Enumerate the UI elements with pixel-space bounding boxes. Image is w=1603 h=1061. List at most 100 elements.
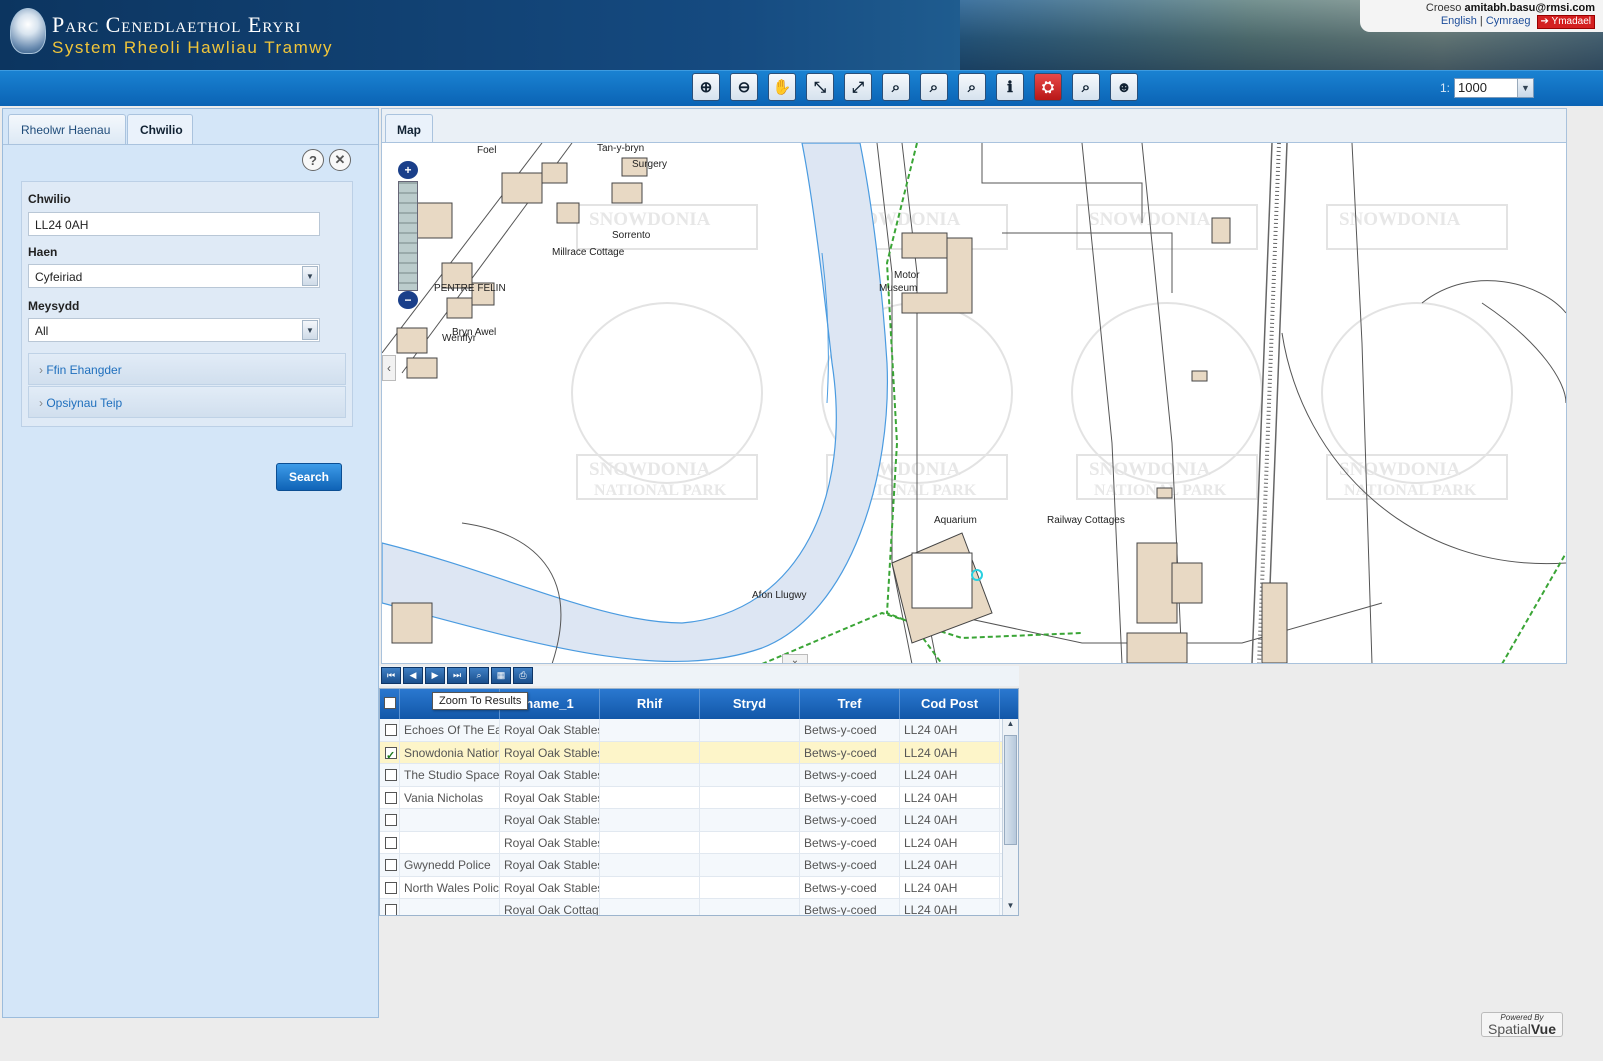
zoom-in-icon: ⊕ bbox=[699, 79, 713, 96]
column-header-rhif[interactable]: Rhif bbox=[600, 689, 700, 719]
cell-rhif bbox=[600, 764, 700, 786]
row-checkbox[interactable] bbox=[385, 904, 397, 915]
map-canvas[interactable]: SNOWDONIA NATIONAL PARK SNOWDONIA NATION… bbox=[382, 142, 1566, 663]
search-button[interactable]: Search bbox=[276, 463, 342, 491]
cell-stryd bbox=[700, 786, 800, 809]
tab-map[interactable]: Map bbox=[385, 114, 433, 143]
zoom-previous-button[interactable]: ⌕ bbox=[882, 73, 910, 101]
cell-name: Royal Oak Stables bbox=[500, 876, 600, 899]
row-checkbox[interactable] bbox=[385, 881, 397, 894]
cell-name: Royal Oak Cottage bbox=[500, 899, 600, 915]
table-row[interactable]: Royal Oak Cottage Betws-y-coed LL24 0AH bbox=[380, 899, 1002, 915]
zoom-extent-button[interactable]: ⤢ bbox=[844, 73, 872, 101]
cell-s: Snowdonia Nation bbox=[400, 741, 500, 764]
scroll-up-icon[interactable]: ▲ bbox=[1004, 719, 1017, 733]
map-svg[interactable]: SNOWDONIA NATIONAL PARK SNOWDONIA NATION… bbox=[382, 143, 1566, 663]
column-header-cod-post[interactable]: Cod Post bbox=[900, 689, 1000, 719]
close-icon[interactable]: ✕ bbox=[329, 149, 351, 171]
select-all-checkbox[interactable] bbox=[380, 689, 400, 719]
type-options-expander[interactable]: › Opsiynau Teip bbox=[28, 386, 346, 418]
last-page-button[interactable]: ⏭ bbox=[447, 667, 467, 684]
zoom-plus-button[interactable]: + bbox=[398, 161, 418, 179]
row-checkbox[interactable] bbox=[385, 791, 397, 804]
zoom-next-button[interactable]: ⌕ bbox=[920, 73, 948, 101]
cell-tref: Betws-y-coed bbox=[800, 809, 900, 831]
row-checkbox[interactable] bbox=[385, 859, 397, 871]
table-row[interactable]: Royal Oak Stables Betws-y-coed LL24 0AH bbox=[380, 809, 1002, 832]
zoom-out-button[interactable]: ⊖ bbox=[730, 73, 758, 101]
identify-users-button[interactable]: ☻ bbox=[1110, 73, 1138, 101]
collapse-left-panel-button[interactable]: ‹ bbox=[382, 355, 396, 381]
app-title: Parc Cenedlaethol Eryri bbox=[52, 12, 302, 37]
zoom-minus-button[interactable]: − bbox=[398, 291, 418, 309]
table-row[interactable]: Snowdonia NationRoyal Oak Stables Betws-y… bbox=[380, 741, 1002, 764]
cell-stryd bbox=[700, 899, 800, 915]
scroll-thumb[interactable] bbox=[1004, 735, 1017, 845]
prev-page-icon: ◀ bbox=[409, 670, 417, 680]
table-row[interactable]: Gwynedd Police Royal Oak Stables Betws-y-c… bbox=[380, 854, 1002, 877]
cell-rhif bbox=[600, 809, 700, 831]
cell-post: LL24 0AH bbox=[900, 831, 1000, 854]
layer-select[interactable]: Cyfeiriad ▼ bbox=[28, 264, 320, 288]
logout-button[interactable]: ➔ Ymadael bbox=[1536, 15, 1595, 29]
map-label: Afon Llugwy bbox=[752, 590, 806, 601]
pan-hand-button[interactable]: ✋ bbox=[768, 73, 796, 101]
tab-layer-manager[interactable]: Rheolwr Haenau bbox=[8, 114, 126, 144]
chevron-down-icon[interactable]: ⌄ bbox=[782, 654, 808, 663]
column-header-stryd[interactable]: Stryd bbox=[700, 689, 800, 719]
next-page-button[interactable]: ▶ bbox=[425, 667, 445, 684]
fields-value: All bbox=[35, 324, 49, 338]
row-checkbox-cell bbox=[380, 899, 400, 915]
cell-post: LL24 0AH bbox=[900, 741, 1000, 764]
lang-english-link[interactable]: English bbox=[1441, 15, 1477, 27]
zoom-full-button[interactable]: ⤡ bbox=[806, 73, 834, 101]
binoculars-button[interactable]: ⛭ bbox=[1034, 73, 1062, 101]
row-checkbox-cell bbox=[380, 876, 400, 899]
zoom-to-results-button[interactable]: ⌕ bbox=[469, 667, 489, 684]
row-checkbox[interactable] bbox=[385, 836, 397, 849]
scroll-down-icon[interactable]: ▼ bbox=[1004, 901, 1017, 915]
map-label: PENTRE FELIN bbox=[434, 283, 506, 294]
print-button[interactable]: ⎙ bbox=[513, 667, 533, 684]
cell-rhif bbox=[600, 719, 700, 741]
expander-label: Ffin Ehangder bbox=[46, 363, 122, 377]
zoom-slider-track[interactable] bbox=[398, 181, 418, 291]
table-row[interactable]: The Studio Space Royal Oak Stables Betws-y… bbox=[380, 764, 1002, 787]
zoom-in-button[interactable]: ⊕ bbox=[692, 73, 720, 101]
table-row[interactable]: Echoes Of The Ea Royal Oak Stables Betws-y… bbox=[380, 719, 1002, 742]
zoom-box-button[interactable]: ⌕ bbox=[958, 73, 986, 101]
lang-cymraeg-link[interactable]: Cymraeg bbox=[1486, 15, 1531, 27]
identify-users-icon: ☻ bbox=[1116, 78, 1132, 96]
row-checkbox[interactable] bbox=[385, 814, 397, 826]
row-checkbox[interactable] bbox=[385, 724, 397, 736]
search-input[interactable]: LL24 0AH bbox=[28, 212, 320, 236]
zoom-extent-icon: ⤢ bbox=[851, 78, 864, 96]
row-checkbox-cell bbox=[380, 809, 400, 831]
cell-rhif bbox=[600, 741, 700, 764]
map-label: Millrace Cottage bbox=[552, 247, 625, 258]
first-page-button[interactable]: ⏮ bbox=[381, 667, 401, 684]
row-checkbox[interactable] bbox=[385, 769, 397, 781]
help-icon[interactable]: ? bbox=[302, 149, 324, 171]
info-button[interactable]: ℹ bbox=[996, 73, 1024, 101]
fields-select[interactable]: All ▼ bbox=[28, 318, 320, 342]
cell-name: Royal Oak Stables bbox=[500, 719, 600, 741]
search-panel-body: ? ✕ Chwilio LL24 0AH Haen Cyfeiriad ▼ Me… bbox=[3, 144, 378, 1017]
map-label: SNOWDONIA bbox=[1339, 459, 1461, 480]
export-excel-button[interactable]: ▦ bbox=[491, 667, 511, 684]
tab-search[interactable]: Chwilio bbox=[127, 114, 193, 145]
cell-rhif bbox=[600, 786, 700, 809]
scale-select[interactable]: 1000 ▼ bbox=[1454, 78, 1534, 98]
table-row[interactable]: Vania Nicholas Royal Oak Stables Betws-y-c… bbox=[380, 786, 1002, 809]
find-button[interactable]: ⌕ bbox=[1072, 73, 1100, 101]
table-row[interactable]: North Wales Polic Royal Oak Stables Betws-… bbox=[380, 876, 1002, 899]
column-header-tref[interactable]: Tref bbox=[800, 689, 900, 719]
extent-filter-expander[interactable]: › Ffin Ehangder bbox=[28, 353, 346, 385]
zoom-slider[interactable]: + − bbox=[398, 161, 418, 311]
row-checkbox[interactable] bbox=[385, 745, 397, 764]
left-panel: Rheolwr Haenau Chwilio ? ✕ Chwilio LL24 … bbox=[2, 108, 379, 1018]
prev-page-button[interactable]: ◀ bbox=[403, 667, 423, 684]
grid-scrollbar[interactable]: ▲ ▼ bbox=[1002, 719, 1018, 915]
table-row[interactable]: Royal Oak Stables Betws-y-coed LL24 0AH bbox=[380, 831, 1002, 854]
brand-a: Spatial bbox=[1488, 1021, 1531, 1037]
